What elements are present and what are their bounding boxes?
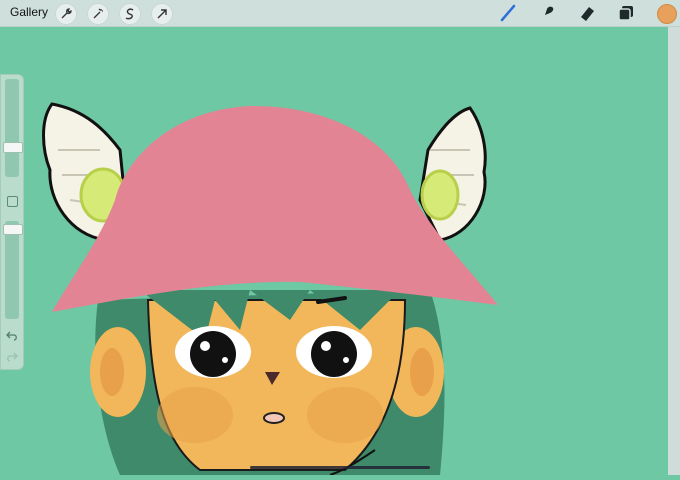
canvas-edge	[668, 26, 680, 475]
brush-icon[interactable]	[499, 4, 517, 22]
opacity-handle[interactable]	[3, 224, 23, 235]
illustration	[0, 26, 668, 476]
undo-icon[interactable]	[6, 329, 18, 341]
home-indicator	[250, 466, 430, 469]
left-sidebar	[0, 74, 24, 370]
drawing-canvas[interactable]	[0, 26, 668, 476]
layers-icon[interactable]	[617, 4, 635, 22]
magic-wand-icon[interactable]	[87, 3, 109, 25]
transform-arrow-icon[interactable]	[151, 3, 173, 25]
color-picker-button[interactable]	[657, 4, 677, 24]
brush-size-slider[interactable]	[5, 79, 19, 177]
redo-icon[interactable]	[6, 350, 18, 362]
modify-square-icon[interactable]	[7, 196, 18, 207]
eraser-icon[interactable]	[578, 4, 596, 22]
selection-icon[interactable]	[119, 3, 141, 25]
opacity-slider[interactable]	[5, 221, 19, 319]
gallery-button[interactable]: Gallery	[10, 5, 48, 19]
top-toolbar: Gallery	[0, 0, 680, 27]
brush-size-handle[interactable]	[3, 142, 23, 153]
wrench-icon[interactable]	[55, 3, 77, 25]
smudge-icon[interactable]	[538, 4, 556, 22]
